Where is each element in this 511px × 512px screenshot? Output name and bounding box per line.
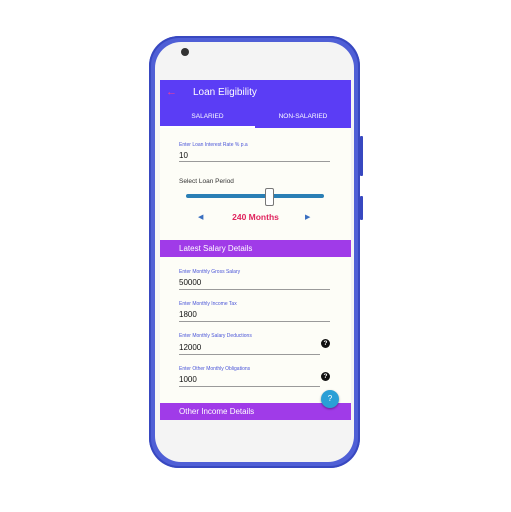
gross-salary-input[interactable]: 50000 <box>179 278 201 287</box>
volume-button <box>360 136 363 176</box>
income-tax-input[interactable]: 1800 <box>179 310 197 319</box>
loan-period-label: Select Loan Period <box>179 178 234 185</box>
gross-salary-underline <box>179 289 330 290</box>
other-obligations-underline <box>179 386 320 387</box>
other-income-section-title: Other Income Details <box>179 407 255 416</box>
loan-period-value: 240 Months <box>232 212 279 222</box>
loan-period-slider-thumb[interactable] <box>265 188 275 206</box>
interest-rate-label: Enter Loan Interest Rate % p.a <box>179 142 248 148</box>
tab-non-salaried[interactable]: NON-SALARIED <box>255 106 351 128</box>
other-income-section-header: Other Income Details <box>160 403 351 420</box>
increase-period-icon[interactable]: ▶ <box>305 213 310 221</box>
income-tax-underline <box>179 321 330 322</box>
arrow-left-icon[interactable]: ← <box>166 86 177 98</box>
tab-bar: SALARIED NON-SALARIED <box>160 106 351 128</box>
interest-rate-input[interactable]: 10 <box>179 151 188 160</box>
front-camera <box>181 48 189 56</box>
other-obligations-label: Enter Other Monthly Obligations <box>179 366 251 372</box>
app-bar: ← Loan Eligibility <box>160 80 351 106</box>
gross-salary-label: Enter Monthly Gross Salary <box>179 269 241 275</box>
salary-deductions-label: Enter Monthly Salary Deductions <box>179 333 252 339</box>
page-title: Loan Eligibility <box>193 87 257 98</box>
interest-rate-underline <box>179 161 330 162</box>
salary-deductions-underline <box>179 354 320 355</box>
salary-section-header: Latest Salary Details <box>160 240 351 257</box>
salary-section-title: Latest Salary Details <box>179 244 253 253</box>
help-icon[interactable]: ? <box>321 372 330 381</box>
tab-salaried[interactable]: SALARIED <box>160 106 255 128</box>
help-icon[interactable]: ? <box>321 339 330 348</box>
other-obligations-input[interactable]: 1000 <box>179 375 197 384</box>
salary-deductions-input[interactable]: 12000 <box>179 343 201 352</box>
loan-period-slider-track[interactable] <box>186 194 324 198</box>
floating-help-icon[interactable]: ? <box>321 390 339 408</box>
app-screen: ← Loan Eligibility SALARIED NON-SALARIED… <box>160 80 351 420</box>
income-tax-label: Enter Monthly Income Tax <box>179 301 237 307</box>
power-button <box>360 196 363 220</box>
